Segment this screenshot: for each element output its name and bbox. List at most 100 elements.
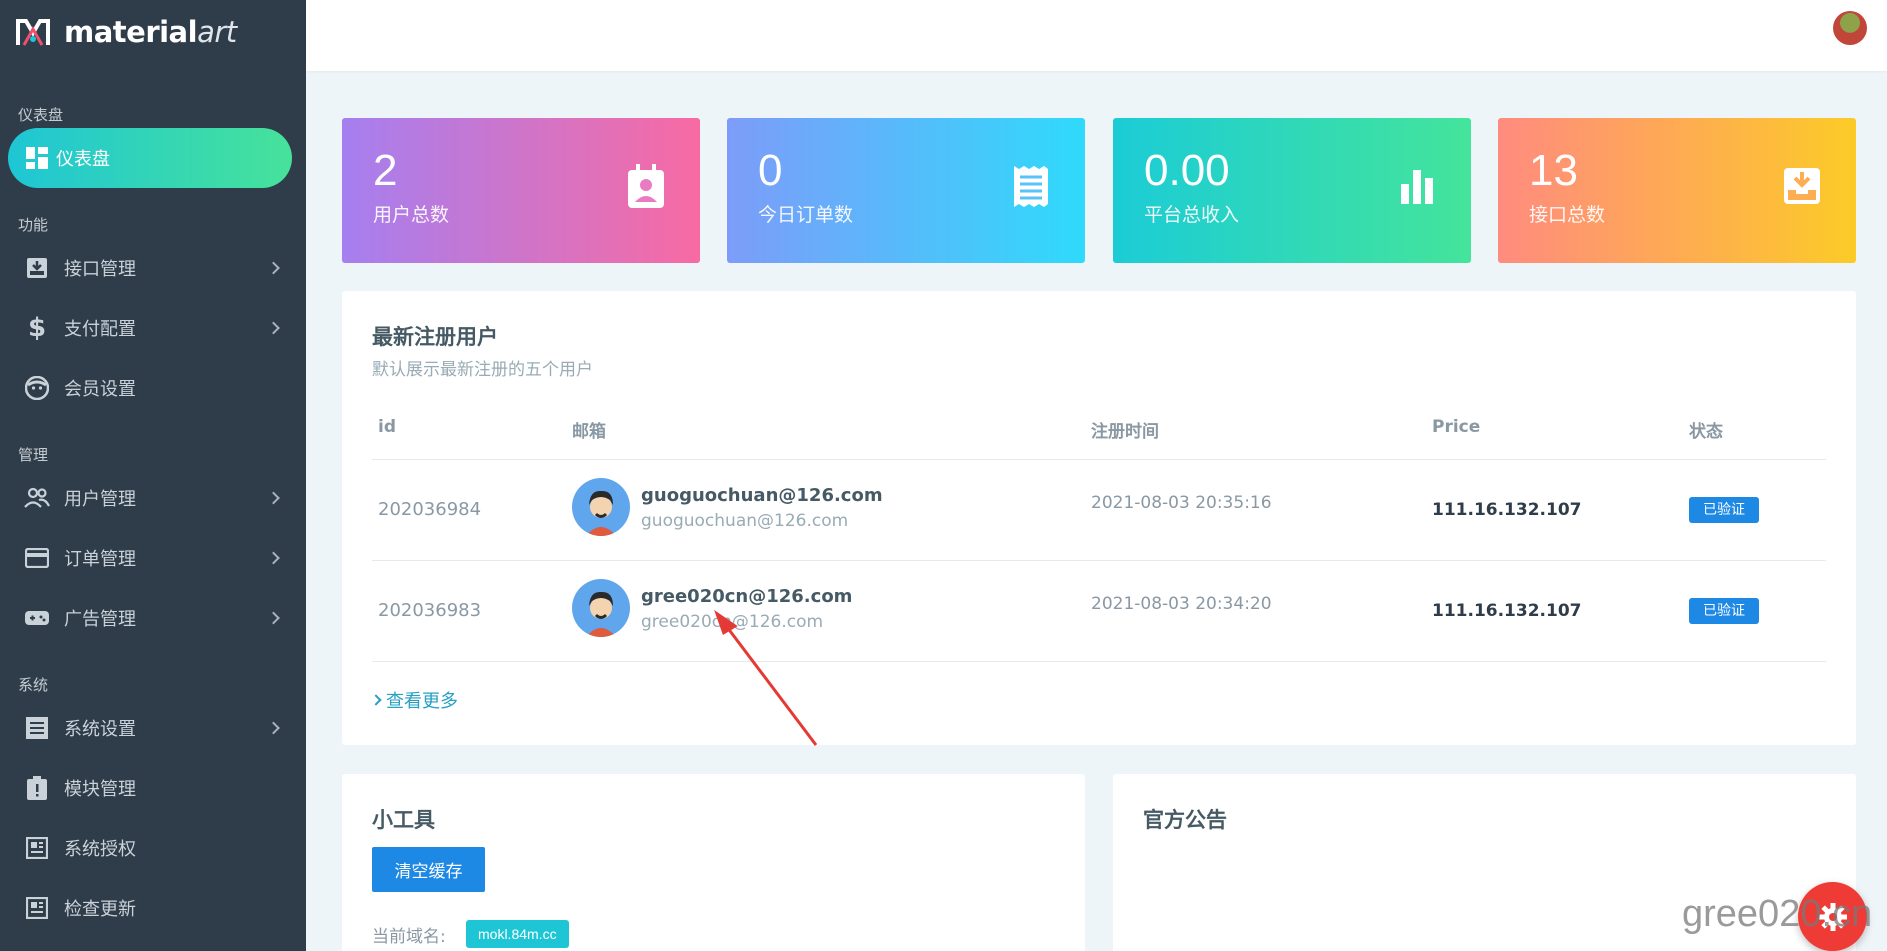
sidebar-item-ads[interactable]: 广告管理	[0, 588, 306, 648]
column-header-id: id	[378, 417, 396, 437]
stat-label: 今日订单数	[758, 204, 854, 226]
sidebar-item-dashboard[interactable]: 仪表盘	[8, 128, 292, 188]
list-icon	[24, 715, 50, 741]
stat-card-api: 13 接口总数	[1498, 118, 1856, 263]
watermark: gree020.cn	[1682, 893, 1873, 935]
sidebar-item-label: 会员设置	[64, 379, 136, 400]
chevron-right-icon	[267, 551, 280, 565]
logo-mark-icon	[16, 19, 50, 46]
certificate-icon	[24, 835, 50, 861]
newspaper-icon	[24, 895, 50, 921]
section-system: 系统	[18, 676, 49, 694]
divider	[372, 459, 1826, 460]
dashboard-icon	[24, 145, 50, 171]
status-badge: 已验证	[1689, 598, 1759, 624]
cell-id: 202036983	[378, 600, 482, 621]
brand-logo[interactable]: materialart	[0, 0, 306, 64]
clipboard-alert-icon	[24, 775, 50, 801]
email-primary: gree020cn@126.com	[641, 586, 853, 607]
card-title: 小工具	[372, 808, 435, 832]
sidebar-item-modules[interactable]: 模块管理	[0, 758, 306, 818]
sidebar-item-label: 支付配置	[64, 319, 136, 340]
chevron-right-icon	[267, 261, 280, 275]
sidebar-item-member[interactable]: 会员设置	[0, 358, 306, 418]
column-header-price: Price	[1432, 417, 1481, 437]
users-icon	[24, 485, 50, 511]
sidebar-item-payment[interactable]: $ 支付配置	[0, 298, 306, 358]
stat-value: 0.00	[1144, 146, 1230, 195]
inbox-arrow-icon	[1784, 168, 1820, 204]
sidebar-item-users[interactable]: 用户管理	[0, 468, 306, 528]
chevron-right-icon	[267, 611, 280, 625]
dollar-icon: $	[27, 313, 47, 343]
stat-label: 平台总收入	[1144, 204, 1240, 226]
stat-card-income: 0.00 平台总收入	[1113, 118, 1471, 263]
sidebar-item-label: 模块管理	[64, 779, 136, 800]
sidebar-item-api[interactable]: 接口管理	[0, 238, 306, 298]
sidebar-item-label: 仪表盘	[56, 149, 110, 170]
column-header-time: 注册时间	[1091, 422, 1159, 442]
stat-value: 2	[373, 146, 398, 195]
status-badge: 已验证	[1689, 497, 1759, 523]
divider	[372, 560, 1826, 561]
sidebar-item-label: 系统设置	[64, 719, 136, 740]
card-title: 官方公告	[1143, 808, 1227, 832]
view-more-label: 查看更多	[386, 691, 458, 712]
tools-card: 小工具 清空缓存 当前域名: mokl.84m.cc	[342, 774, 1085, 951]
card-subtitle: 默认展示最新注册的五个用户	[372, 360, 593, 380]
sidebar-item-orders[interactable]: 订单管理	[0, 528, 306, 588]
credit-card-icon	[24, 545, 50, 571]
stat-label: 用户总数	[373, 204, 450, 226]
email-primary: guoguochuan@126.com	[641, 485, 883, 506]
cell-price: 111.16.132.107	[1432, 500, 1582, 520]
view-more-link[interactable]: 查看更多	[370, 687, 458, 713]
sidebar-item-update[interactable]: 检查更新	[0, 878, 306, 938]
chevron-right-icon	[370, 694, 382, 706]
avatar	[572, 478, 630, 536]
chevron-right-icon	[267, 721, 280, 735]
sidebar-item-label: 系统授权	[64, 839, 136, 860]
bar-chart-icon	[1401, 170, 1433, 204]
avatar	[572, 579, 630, 637]
sidebar-item-settings[interactable]: 系统设置	[0, 698, 306, 758]
section-manage: 管理	[18, 446, 49, 464]
email-secondary: guoguochuan@126.com	[641, 511, 849, 531]
stat-card-orders: 0 今日订单数	[727, 118, 1085, 263]
topbar	[306, 0, 1887, 71]
domain-badge: mokl.84m.cc	[466, 920, 569, 948]
sidebar: materialart 仪表盘 仪表盘 功能 接口管理 $ 支付配置 会员设置 …	[0, 0, 306, 951]
gamepad-icon	[24, 605, 50, 631]
section-dashboard: 仪表盘	[18, 106, 64, 124]
cell-id: 202036984	[378, 499, 482, 520]
column-header-email: 邮箱	[572, 422, 606, 442]
user-avatar[interactable]	[1833, 11, 1867, 45]
sidebar-item-label: 广告管理	[64, 609, 136, 630]
sidebar-item-label: 检查更新	[64, 899, 136, 920]
face-icon	[24, 375, 50, 401]
inbox-icon	[24, 255, 50, 281]
sidebar-item-license[interactable]: 系统授权	[0, 818, 306, 878]
email-secondary: gree020cn@126.com	[641, 612, 824, 632]
receipt-icon	[1014, 166, 1048, 207]
stat-value: 0	[758, 146, 783, 195]
cell-price: 111.16.132.107	[1432, 601, 1582, 621]
brand-name: materialart	[64, 15, 237, 49]
sidebar-item-label: 订单管理	[64, 549, 136, 570]
cell-time: 2021-08-03 20:35:16	[1091, 493, 1272, 513]
clear-cache-button[interactable]: 清空缓存	[372, 847, 485, 892]
divider	[372, 661, 1826, 662]
cell-time: 2021-08-03 20:34:20	[1091, 594, 1272, 614]
chevron-right-icon	[267, 321, 280, 335]
sidebar-item-label: 用户管理	[64, 489, 136, 510]
sidebar-item-label: 接口管理	[64, 259, 136, 280]
stat-value: 13	[1529, 146, 1578, 195]
stat-label: 接口总数	[1529, 204, 1606, 226]
latest-users-card: 最新注册用户 默认展示最新注册的五个用户 id 邮箱 注册时间 Price 状态…	[342, 291, 1856, 745]
chevron-right-icon	[267, 491, 280, 505]
domain-label: 当前域名:	[372, 927, 446, 947]
stat-card-users: 2 用户总数	[342, 118, 700, 263]
section-features: 功能	[18, 216, 49, 234]
column-header-status: 状态	[1689, 422, 1723, 442]
contact-icon	[628, 164, 664, 208]
card-title: 最新注册用户	[372, 325, 498, 349]
